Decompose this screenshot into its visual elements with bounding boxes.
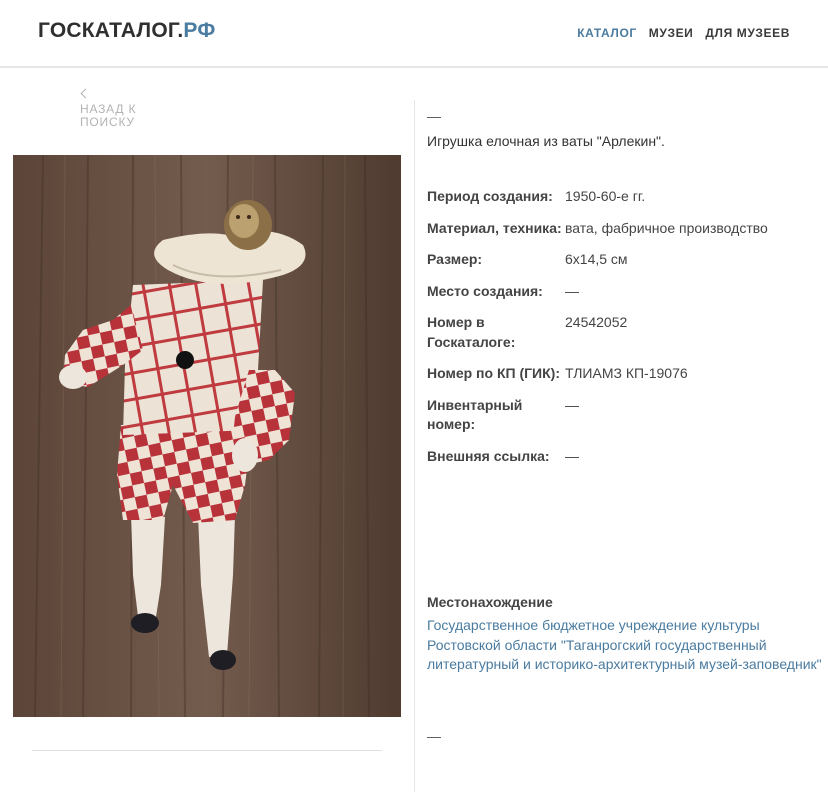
property-value: 24542052 [565,314,628,330]
location-label: Местонахождение [427,594,553,610]
property-kp-number: Номер по КП (ГИК): ТЛИАМЗ КП-19076 [427,364,817,384]
nav-for-museums[interactable]: ДЛЯ МУЗЕЕВ [705,26,790,40]
back-label-line2: ПОИСКУ [80,115,135,129]
property-period: Период создания: 1950-60-е гг. [427,187,817,207]
property-place: Место создания: — [427,282,817,302]
property-label: Внешняя ссылка: [427,447,550,464]
site-logo[interactable]: ГОСКАТАЛОГ.РФ [38,19,215,43]
property-value: 6х14,5 см [565,251,628,267]
property-label: Размер: [427,251,483,267]
property-label: Инвентарный номер: [427,396,523,433]
property-value: — [565,447,579,464]
nav-museums[interactable]: МУЗЕИ [649,26,694,40]
properties-list: Период создания: 1950-60-е гг. Материал,… [427,187,817,478]
property-label: Номер по КП (ГИК): [427,365,560,381]
logo-tld-text: РФ [183,19,216,42]
item-title: Игрушка елочная из ваты "Арлекин". [427,133,665,149]
subtitle-dash: — [427,108,441,124]
chevron-left-icon [80,88,91,99]
harlequin-toy-image [13,155,401,717]
back-to-search-link[interactable]: НАЗАД К ПОИСКУ [80,86,170,129]
left-divider [32,750,382,751]
property-label: Период создания: [427,188,553,204]
property-goscatalog-number: Номер в Госкаталоге: 24542052 [427,313,817,352]
main-nav: КАТАЛОГ МУЗЕИ ДЛЯ МУЗЕЕВ [577,26,790,40]
property-label: Место создания: [427,282,543,299]
site-header: ГОСКАТАЛОГ.РФ КАТАЛОГ МУЗЕИ ДЛЯ МУЗЕЕВ [0,0,828,68]
nav-catalog[interactable]: КАТАЛОГ [577,26,637,40]
property-external-link: Внешняя ссылка: — [427,447,817,467]
property-material: Материал, техника: вата, фабричное произ… [427,219,817,239]
property-inventory-number: Инвентарный номер: — [427,396,817,435]
property-label: Материал, техника: [427,219,562,236]
property-value: 1950-60-е гг. [565,188,646,204]
property-value: — [565,282,579,299]
property-value: ТЛИАМЗ КП-19076 [565,365,688,381]
logo-base-text: ГОСКАТАЛОГ. [38,19,184,42]
property-label: Номер в Госкаталоге: [427,314,516,350]
property-value: вата, фабричное производство [565,219,768,236]
location-museum-link[interactable]: Государственное бюджетное учреждение кул… [427,616,822,675]
column-divider [414,100,415,792]
property-value: — [565,396,579,413]
property-size: Размер: 6х14,5 см [427,250,817,270]
bottom-dash: — [427,728,441,744]
item-photo[interactable] [13,155,401,717]
